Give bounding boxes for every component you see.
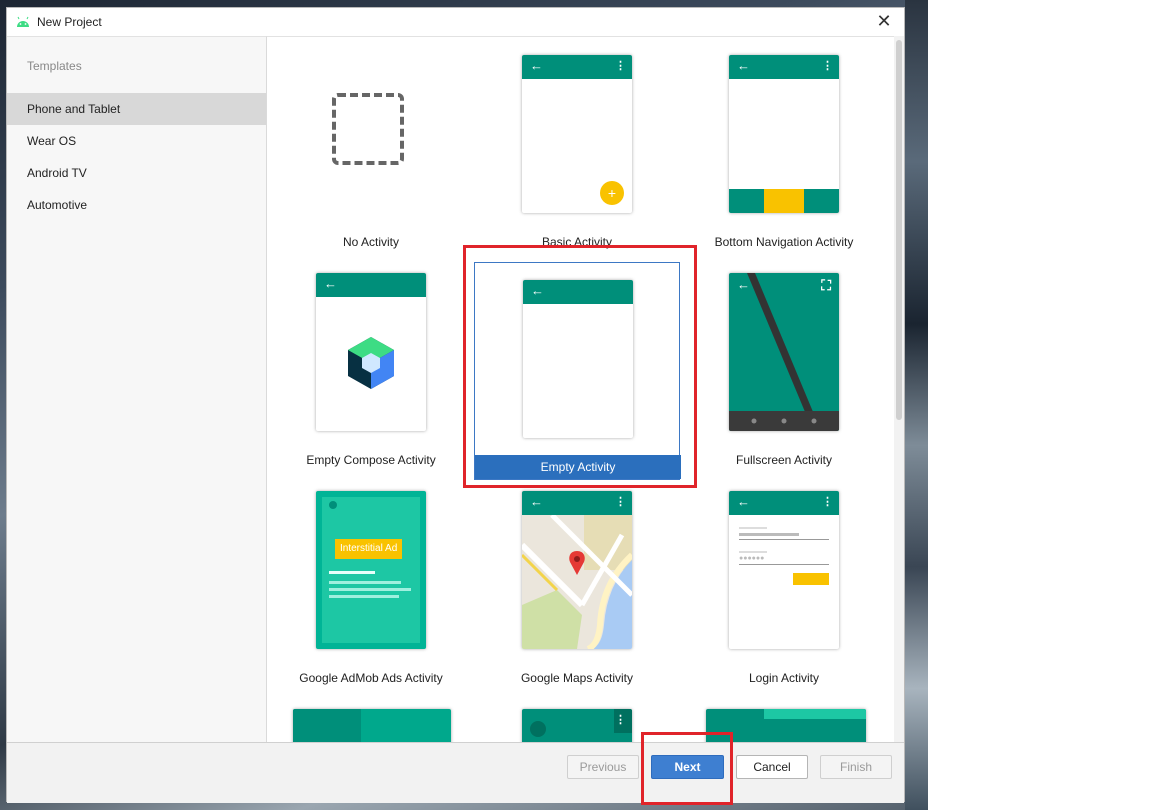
template-partial-1[interactable]	[268, 709, 474, 742]
template-preview: ⋮	[522, 709, 632, 742]
password-dots: ●●●●●●	[739, 555, 765, 562]
map-graphic	[522, 515, 632, 649]
template-preview	[293, 709, 451, 742]
overflow-menu-icon: ⋮	[615, 60, 626, 72]
template-empty-compose-activity[interactable]: ← Empty Compose Activity	[268, 273, 474, 489]
template-empty-activity[interactable]: ← Empty Activity	[474, 262, 681, 480]
fab-add-icon: +	[600, 181, 624, 205]
template-label: Empty Activity	[475, 455, 681, 479]
sidebar-item-label: Automotive	[27, 198, 88, 212]
login-button-graphic	[793, 573, 829, 585]
fullscreen-diagonal-graphic	[729, 273, 839, 431]
sidebar-item-label: Wear OS	[27, 134, 77, 148]
app-bar: ← ⋮	[729, 491, 839, 515]
back-arrow-icon: ←	[531, 283, 544, 298]
template-preview: ←	[316, 273, 426, 431]
cancel-button[interactable]: Cancel	[736, 755, 808, 779]
app-bar: ←	[523, 280, 633, 304]
template-login-activity[interactable]: ← ⋮ ●●●●●● Login Activity	[681, 491, 887, 707]
sidebar-item-label: Android TV	[27, 166, 87, 180]
back-arrow-icon: ←	[737, 277, 750, 292]
template-google-maps-activity[interactable]: ← ⋮ Google Maps Activity	[474, 491, 680, 707]
overflow-menu-icon: ⋮	[822, 60, 833, 72]
text-line	[329, 581, 401, 584]
template-label: Bottom Navigation Activity	[714, 235, 854, 249]
template-partial-2[interactable]: ⋮	[474, 709, 680, 742]
field-underline	[739, 539, 829, 540]
template-label: Empty Compose Activity	[306, 453, 436, 467]
android-icon	[17, 16, 29, 27]
template-label: Google AdMob Ads Activity	[299, 671, 443, 685]
email-field-line	[739, 533, 799, 536]
sidebar-item-wear-os[interactable]: Wear OS	[7, 125, 266, 157]
template-google-admob-ads-activity[interactable]: Interstitial Ad Google AdMob Ads Activit…	[268, 491, 474, 707]
template-label: Google Maps Activity	[520, 671, 634, 685]
avatar-icon	[530, 721, 546, 737]
bottom-nav-selected-item	[764, 189, 804, 213]
nav-drawer-graphic	[293, 709, 361, 742]
field-underline	[739, 564, 829, 565]
scrollbar-thumb[interactable]	[896, 40, 902, 420]
ad-panel	[322, 497, 420, 643]
title-bar: New Project ✕	[7, 8, 904, 36]
back-arrow-icon: ←	[324, 276, 337, 291]
previous-button[interactable]: Previous	[567, 755, 639, 779]
sidebar-item-automotive[interactable]: Automotive	[7, 189, 266, 221]
interstitial-ad-badge: Interstitial Ad	[335, 539, 403, 559]
text-line	[329, 571, 375, 574]
templates-sidebar: Templates Phone and Tablet Wear OS Andro…	[7, 36, 267, 742]
template-label: Basic Activity	[541, 235, 613, 249]
field-hint-line	[739, 527, 767, 529]
template-basic-activity[interactable]: ← ⋮ + Basic Activity	[474, 55, 680, 271]
overflow-menu-icon: ⋮	[615, 714, 626, 726]
next-button[interactable]: Next	[651, 755, 724, 779]
template-label: Fullscreen Activity	[735, 453, 833, 467]
text-line	[329, 595, 399, 598]
template-fullscreen-activity[interactable]: ← ⛶ Fullscreen Activity	[681, 273, 887, 489]
camera-dot-icon	[329, 501, 337, 509]
window-title: New Project	[37, 15, 102, 29]
sidebar-item-android-tv[interactable]: Android TV	[7, 157, 266, 189]
sidebar-header: Templates	[27, 59, 82, 73]
sidebar-item-label: Phone and Tablet	[27, 102, 121, 116]
app-bar: ←	[316, 273, 426, 297]
template-preview: ←	[523, 280, 633, 438]
close-icon[interactable]: ✕	[874, 11, 894, 31]
template-label: Login Activity	[748, 671, 820, 685]
template-preview: ← ⋮	[522, 491, 632, 649]
dialog-footer: Previous Next Cancel Finish	[7, 742, 904, 803]
template-preview: ← ⋮	[729, 55, 839, 213]
finish-button[interactable]: Finish	[820, 755, 892, 779]
empty-placeholder-icon	[332, 93, 404, 165]
template-no-activity[interactable]: No Activity	[268, 55, 474, 271]
back-arrow-icon: ←	[737, 58, 750, 73]
template-partial-3[interactable]	[681, 709, 887, 742]
sidebar-item-phone-and-tablet[interactable]: Phone and Tablet	[7, 93, 266, 125]
back-arrow-icon: ←	[530, 58, 543, 73]
template-preview: ← ⋮ +	[522, 55, 632, 213]
tab-strip	[764, 709, 866, 719]
template-preview: Interstitial Ad	[316, 491, 426, 649]
gallery-scrollbar[interactable]	[894, 36, 904, 742]
template-bottom-navigation-activity[interactable]: ← ⋮ Bottom Navigation Activity	[681, 55, 887, 271]
template-preview: ← ⛶	[729, 273, 839, 431]
fullscreen-icon: ⛶	[821, 277, 831, 293]
back-arrow-icon: ←	[737, 494, 750, 509]
template-preview	[706, 709, 866, 742]
jetpack-compose-logo-icon	[348, 337, 394, 389]
overflow-menu-icon: ⋮	[822, 496, 833, 508]
overflow-menu-icon: ⋮	[615, 496, 626, 508]
template-label: No Activity	[342, 235, 399, 249]
text-line	[329, 588, 411, 591]
bottom-nav-bar	[729, 189, 839, 213]
template-preview: ← ⋮ ●●●●●●	[729, 491, 839, 649]
back-arrow-icon: ←	[530, 494, 543, 509]
new-project-dialog: New Project ✕ Templates Phone and Tablet…	[6, 7, 905, 803]
app-bar: ← ⋮	[522, 491, 632, 515]
app-bar: ← ⋮	[522, 55, 632, 79]
app-bar: ← ⋮	[729, 55, 839, 79]
field-hint-line	[739, 551, 767, 553]
desktop-wallpaper-strip	[905, 0, 928, 810]
template-gallery: No Activity ← ⋮ + Basic Activity ← ⋮ Botto…	[267, 36, 894, 742]
